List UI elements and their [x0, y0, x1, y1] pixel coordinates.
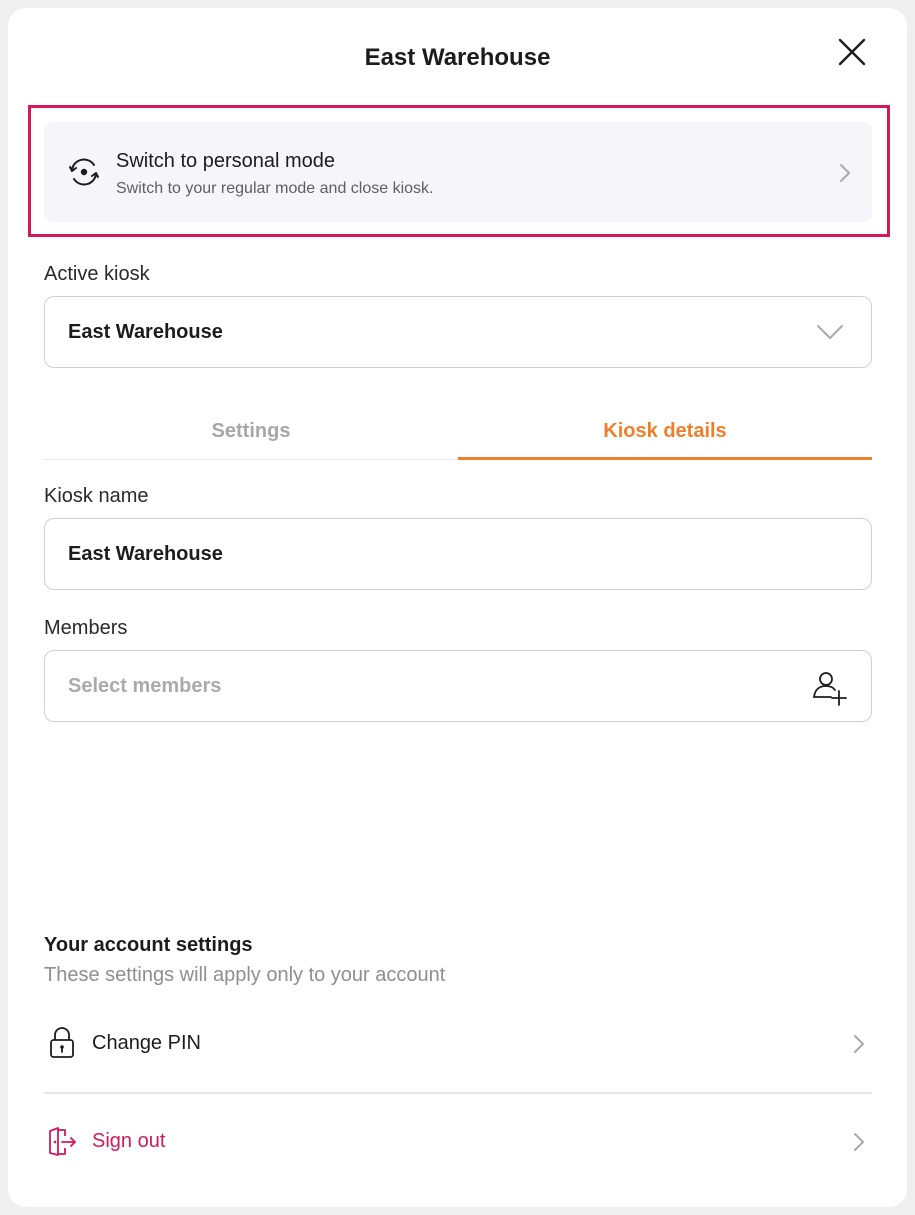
kiosk-name-value: East Warehouse [68, 543, 223, 565]
sign-out-label: Sign out [92, 1130, 166, 1152]
lock-icon [50, 1027, 74, 1058]
switch-mode-title: Switch to personal mode [116, 150, 336, 172]
tab-kiosk-details[interactable]: Kiosk details [458, 408, 872, 460]
tab-settings[interactable]: Settings [44, 408, 458, 460]
account-settings-subtitle: These settings will apply only to your a… [44, 964, 446, 986]
members-label: Members [44, 617, 128, 639]
chevron-right-icon [840, 164, 850, 182]
chevron-right-icon [854, 1133, 864, 1151]
members-placeholder: Select members [68, 675, 222, 697]
members-input[interactable]: Select members [44, 650, 872, 722]
switch-personal-mode-button[interactable]: Switch to personal mode Switch to your r… [44, 122, 872, 222]
sign-out-icon [49, 1127, 76, 1156]
active-kiosk-label: Active kiosk [44, 263, 150, 285]
chevron-down-icon [817, 325, 843, 339]
tab-bar: Settings Kiosk details [44, 408, 872, 460]
account-settings-title: Your account settings [44, 934, 253, 956]
active-kiosk-value: East Warehouse [68, 321, 223, 343]
kiosk-name-field[interactable]: East Warehouse [44, 518, 872, 590]
sign-out-button[interactable]: Sign out [44, 1110, 872, 1174]
add-user-icon[interactable] [809, 667, 849, 707]
change-pin-label: Change PIN [92, 1032, 201, 1054]
change-pin-button[interactable]: Change PIN [44, 1012, 872, 1076]
divider [44, 1092, 872, 1094]
kiosk-settings-panel: East Warehouse Switch to personal mode S… [8, 8, 907, 1207]
close-icon[interactable] [834, 34, 870, 70]
chevron-right-icon [854, 1035, 864, 1053]
switch-mode-icon [69, 158, 99, 186]
kiosk-name-label: Kiosk name [44, 485, 149, 507]
active-kiosk-select[interactable]: East Warehouse [44, 296, 872, 368]
switch-mode-subtitle: Switch to your regular mode and close ki… [116, 180, 434, 197]
page-title: East Warehouse [364, 44, 551, 71]
